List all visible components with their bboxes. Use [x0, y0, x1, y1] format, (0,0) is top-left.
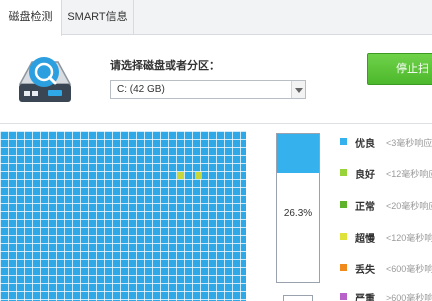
legend-swatch: [340, 293, 347, 300]
legend-name: 正常: [355, 202, 375, 213]
select-label: 请选择磁盘或者分区：: [110, 60, 220, 72]
legend-swatch: [340, 264, 347, 271]
legend-desc: <12毫秒响应: [386, 169, 432, 179]
legend-desc: <3毫秒响应: [386, 138, 432, 148]
tab-smart-info[interactable]: SMART信息: [62, 0, 134, 35]
tab-bar: 磁盘检测 SMART信息: [0, 0, 432, 36]
scan-progress-bar: 26.3%: [276, 133, 320, 283]
legend-name: 优良: [355, 139, 375, 150]
drive-select[interactable]: C: (42 GB): [110, 80, 306, 99]
disk-block-grid: [0, 131, 246, 301]
legend-desc: <120毫秒响应: [386, 233, 432, 243]
slow-block: [195, 172, 202, 179]
legend-swatch: [340, 169, 347, 176]
legend-swatch: [340, 138, 347, 145]
legend-desc: >600毫秒响应: [386, 293, 432, 301]
legend-name: 丢失: [355, 265, 375, 276]
progress-fill: [277, 134, 319, 173]
drive-select-value: C: (42 GB): [117, 84, 165, 95]
legend-swatch: [340, 233, 347, 240]
legend-desc: <600毫秒响应: [386, 264, 432, 274]
chevron-down-icon[interactable]: [291, 81, 305, 98]
tab-disk-check[interactable]: 磁盘检测: [0, 0, 62, 36]
slow-block: [177, 172, 184, 179]
progress-tab: [283, 295, 313, 301]
divider: [0, 123, 432, 124]
legend-name: 良好: [355, 170, 375, 181]
legend-swatch: [340, 201, 347, 208]
legend-desc: <20毫秒响应: [386, 201, 432, 211]
legend-name: 超慢: [355, 234, 375, 245]
stop-scan-button[interactable]: 停止扫描: [367, 53, 432, 105]
progress-percent: 26.3%: [283, 208, 313, 219]
disk-search-icon: [18, 57, 72, 102]
legend-name: 严重: [355, 294, 375, 301]
